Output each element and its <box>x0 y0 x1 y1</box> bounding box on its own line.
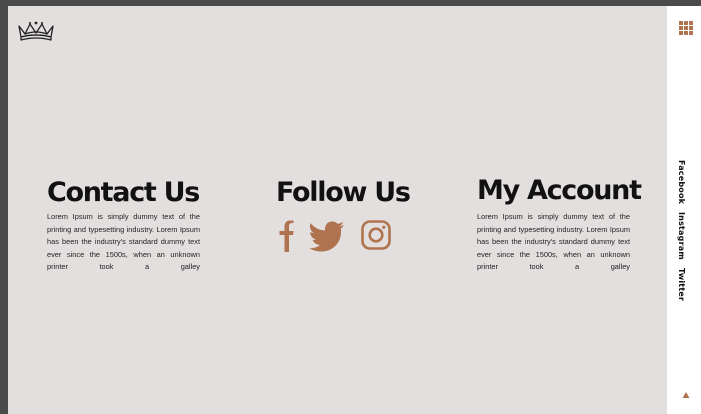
account-text: Lorem Ipsum is simply dummy text of the … <box>477 212 630 272</box>
side-social-links: Facebook Instagram Twitter <box>677 160 695 309</box>
contact-section: Contact Us Lorem Ipsum is simply dummy t… <box>47 175 200 274</box>
follow-title: Follow Us <box>276 177 411 208</box>
scroll-up-icon[interactable] <box>682 391 690 399</box>
side-link-facebook[interactable]: Facebook <box>677 160 686 204</box>
twitter-icon[interactable] <box>309 220 345 252</box>
contact-text: Lorem Ipsum is simply dummy text of the … <box>47 212 200 272</box>
follow-section: Follow Us <box>276 175 411 211</box>
account-title: My Account <box>477 175 642 206</box>
left-frame-bar <box>0 0 8 414</box>
grid-menu-icon[interactable] <box>679 21 693 35</box>
account-section: My Account Lorem Ipsum is simply dummy t… <box>477 173 642 274</box>
side-link-twitter[interactable]: Twitter <box>677 268 686 301</box>
crown-icon[interactable] <box>16 19 56 43</box>
instagram-icon[interactable] <box>361 220 391 250</box>
facebook-icon[interactable] <box>278 220 294 252</box>
side-link-instagram[interactable]: Instagram <box>677 212 686 260</box>
contact-title: Contact Us <box>47 177 200 208</box>
